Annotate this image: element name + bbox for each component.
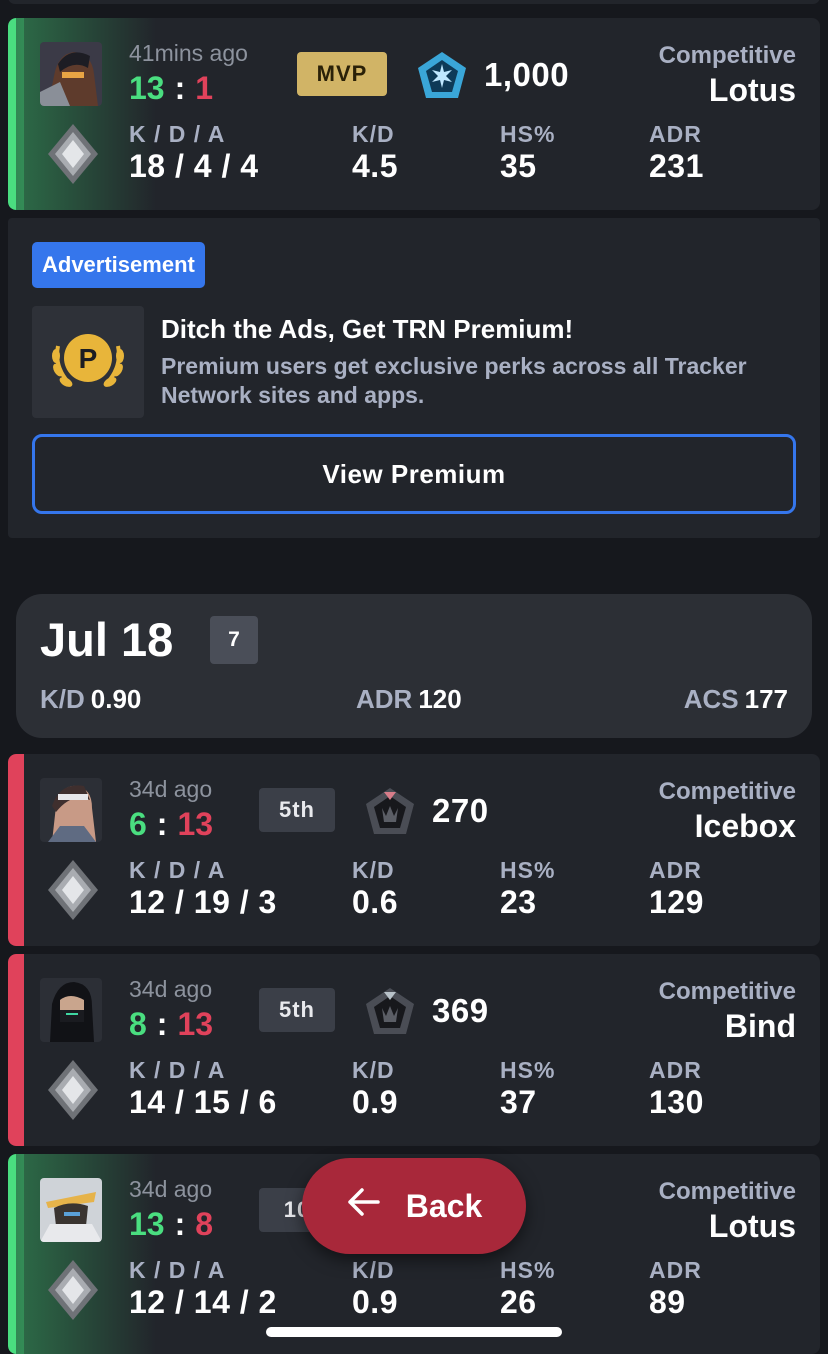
match-card[interactable]: 34d ago 6:13 5th 270 Competitive Icebox … <box>8 754 820 946</box>
arrow-left-icon <box>346 1187 380 1225</box>
svg-text:P: P <box>79 343 98 374</box>
loss-indicator <box>8 754 24 946</box>
kd-value: 0.9 <box>352 1284 398 1320</box>
map-name: Lotus <box>708 1208 796 1244</box>
adr-label: ADR <box>649 121 702 147</box>
advertisement-title: Ditch the Ads, Get TRN Premium! <box>161 314 574 344</box>
match-card[interactable]: 34d ago 8:13 5th 369 Competitive Bind K … <box>8 954 820 1146</box>
kda-value: 18 / 4 / 4 <box>129 148 259 184</box>
hs-value: 35 <box>500 148 537 184</box>
kd-label: K/D <box>352 857 395 883</box>
game-mode: Competitive <box>658 42 796 69</box>
day-kd: K/D 0.90 <box>40 684 142 714</box>
match-card[interactable]: 41mins ago 13:1 MVP 1,000 Competitive Lo… <box>8 18 820 210</box>
rank-icon <box>46 858 100 922</box>
home-indicator[interactable] <box>266 1327 562 1337</box>
agent-avatar <box>40 42 102 106</box>
back-button[interactable]: Back <box>302 1158 526 1254</box>
adr-value: 130 <box>649 1084 704 1120</box>
kd-label: K/D <box>352 121 395 147</box>
hs-label: HS% <box>500 1057 556 1083</box>
rank-rating-icon <box>416 50 468 100</box>
adr-value: 89 <box>649 1284 686 1320</box>
game-mode: Competitive <box>658 778 796 805</box>
map-name: Icebox <box>694 808 796 844</box>
hs-label: HS% <box>500 857 556 883</box>
rank-rating-value: 1,000 <box>484 56 570 93</box>
agent-avatar <box>40 778 102 842</box>
advertisement-tag: Advertisement <box>32 242 205 288</box>
kda-label: K / D / A <box>129 121 226 147</box>
hs-label: HS% <box>500 1257 556 1283</box>
kd-value: 0.9 <box>352 1084 398 1120</box>
map-name: Lotus <box>708 72 796 108</box>
game-mode: Competitive <box>658 1178 796 1205</box>
view-premium-button[interactable]: View Premium <box>32 434 796 514</box>
rank-rating-value: 369 <box>432 992 489 1029</box>
match-time-ago: 34d ago <box>129 776 213 802</box>
placement-badge: 5th <box>259 988 335 1032</box>
kd-value: 4.5 <box>352 148 398 184</box>
advertisement-panel: Advertisement P Ditch the Ads, Get TRN P… <box>8 218 820 538</box>
match-score: 13:8 <box>129 1206 214 1242</box>
hs-value: 26 <box>500 1284 537 1320</box>
loss-indicator <box>8 954 24 1146</box>
kd-label: K/D <box>352 1257 395 1283</box>
kd-value: 0.6 <box>352 884 398 920</box>
agent-avatar <box>40 1178 102 1242</box>
rank-icon <box>46 1258 100 1322</box>
match-time-ago: 41mins ago <box>129 40 248 66</box>
rank-rating-icon <box>364 986 416 1036</box>
hs-value: 37 <box>500 1084 537 1120</box>
adr-value: 231 <box>649 148 704 184</box>
rank-rating-value: 270 <box>432 792 489 829</box>
rank-icon <box>46 1058 100 1122</box>
kda-label: K / D / A <box>129 1057 226 1083</box>
rank-icon <box>46 122 100 186</box>
day-acs: ACS 177 <box>683 684 788 714</box>
previous-card-edge <box>8 0 820 4</box>
match-score: 6:13 <box>129 806 214 842</box>
match-time-ago: 34d ago <box>129 976 213 1002</box>
rank-rating-icon <box>364 786 416 836</box>
back-label: Back <box>405 1187 483 1224</box>
adr-value: 129 <box>649 884 704 920</box>
day-date: Jul 18 <box>40 613 174 666</box>
adr-label: ADR <box>649 1057 702 1083</box>
day-adr: ADR 120 <box>356 684 462 714</box>
mvp-badge: MVP <box>297 52 387 96</box>
kda-value: 14 / 15 / 6 <box>129 1084 277 1120</box>
trn-premium-logo[interactable]: P <box>32 306 144 418</box>
placement-badge: 5th <box>259 788 335 832</box>
hs-value: 23 <box>500 884 537 920</box>
kda-value: 12 / 19 / 3 <box>129 884 277 920</box>
day-match-count: 7 <box>210 616 258 664</box>
kd-label: K/D <box>352 1057 395 1083</box>
adr-label: ADR <box>649 857 702 883</box>
kda-label: K / D / A <box>129 857 226 883</box>
match-score: 13:1 <box>129 70 214 106</box>
kda-value: 12 / 14 / 2 <box>129 1284 277 1320</box>
game-mode: Competitive <box>658 978 796 1005</box>
adr-label: ADR <box>649 1257 702 1283</box>
advertisement-body: Premium users get exclusive perks across… <box>161 353 747 408</box>
day-summary: Jul 18 7 K/D 0.90 ADR 120 ACS 177 <box>16 594 812 738</box>
agent-avatar <box>40 978 102 1042</box>
kda-label: K / D / A <box>129 1257 226 1283</box>
map-name: Bind <box>724 1008 796 1044</box>
match-score: 8:13 <box>129 1006 214 1042</box>
hs-label: HS% <box>500 121 556 147</box>
match-time-ago: 34d ago <box>129 1176 213 1202</box>
